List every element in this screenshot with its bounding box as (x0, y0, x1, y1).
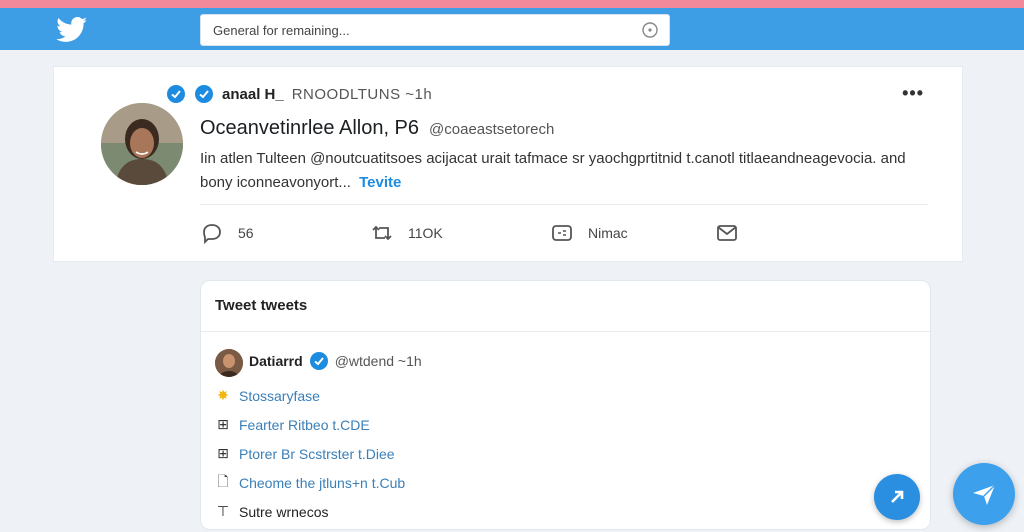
twitter-bird-icon[interactable] (56, 17, 88, 43)
list-item-label: Fearter Ritbeo t.CDE (239, 416, 370, 433)
gif-icon (552, 225, 572, 241)
tweets-panel: Tweet tweets Datiarrd @wtdend ~1h ✸ Stos… (200, 280, 931, 530)
tweet-meta: anaal H_ RNOODLTUNS ~1h (166, 83, 432, 105)
pin-icon: ⊤ (216, 503, 230, 519)
reply-count: 56 (238, 225, 254, 241)
panel-handle-and-time: @wtdend ~1h (334, 353, 422, 369)
tweet-body: Iin atlen Tulteen @noutcuatitsoes acijac… (200, 147, 920, 195)
avatar[interactable] (101, 103, 183, 185)
handle-and-time: RNOODLTUNS ~1h (291, 85, 433, 103)
divider (200, 204, 928, 205)
document-icon: 🗋 (217, 472, 229, 489)
list-item[interactable]: ⊞ Fearter Ritbeo t.CDE (215, 410, 405, 439)
grid-icon: ⊞ (217, 416, 229, 432)
headline-handle[interactable]: @coaeastsetorech (429, 121, 554, 138)
avatar-portrait-icon (215, 349, 243, 377)
panel-title: Tweet tweets (215, 297, 308, 314)
like-button[interactable]: Nimac (550, 221, 628, 245)
sparkle-icon: ✸ (217, 387, 229, 403)
reply-button[interactable]: 56 (200, 221, 254, 245)
list-item[interactable]: ✸ Stossaryfase (215, 381, 405, 410)
tweet-body-text: Iin atlen Tulteen @noutcuatitsoes acijac… (200, 150, 906, 191)
search-bar[interactable] (200, 14, 670, 46)
grid-icon: ⊞ (217, 445, 229, 461)
verified-badge-icon (309, 352, 328, 370)
search-input[interactable] (211, 21, 641, 39)
reply-icon (203, 224, 221, 245)
retweet-count: 11OK (408, 225, 443, 241)
tweet-actions: 56 11OK Nimac (200, 221, 740, 249)
panel-tweet-meta: Datiarrd @wtdend ~1h (249, 351, 422, 371)
tweet-card[interactable]: anaal H_ RNOODLTUNS ~1h ••• Oceanvetinrl… (53, 66, 963, 262)
list-item-label: Sutre wrnecos (239, 503, 329, 520)
display-name[interactable]: anaal H_ (222, 86, 284, 103)
top-navigation-bar (0, 8, 1024, 50)
retweet-icon (372, 225, 392, 241)
panel-list: ✸ Stossaryfase ⊞ Fearter Ritbeo t.CDE ⊞ … (215, 381, 405, 526)
more-dots-icon[interactable]: ••• (902, 83, 924, 104)
mail-icon (717, 225, 737, 241)
list-item[interactable]: ⊤ Sutre wrnecos (215, 497, 405, 526)
divider (201, 331, 930, 332)
list-item[interactable]: ⊞ Ptorer Br Scstrster t.Diee (215, 439, 405, 468)
share-button[interactable] (715, 221, 739, 245)
avatar[interactable] (215, 349, 243, 377)
show-more-link[interactable]: Tevite (359, 174, 401, 191)
list-item-label: Stossaryfase (239, 387, 320, 404)
headline-text: Oceanvetinrlee Allon, P6 (200, 117, 420, 139)
list-item-label: Ptorer Br Scstrster t.Diee (239, 445, 395, 462)
list-item[interactable]: 🗋 Cheome the jtluns+n t.Cub (215, 468, 405, 497)
panel-author-name[interactable]: Datiarrd (249, 353, 303, 369)
search-icon[interactable] (641, 21, 659, 39)
top-accent-stripe (0, 0, 1024, 8)
avatar-portrait-icon (101, 103, 183, 185)
like-count: Nimac (588, 225, 628, 241)
arrow-action-button[interactable] (874, 474, 920, 520)
verified-badge-icon (167, 85, 185, 103)
retweet-button[interactable]: 11OK (370, 221, 443, 245)
verified-badge-icon (195, 85, 213, 103)
tweet-headline: Oceanvetinrlee Allon, P6 @coaeastsetorec… (200, 117, 554, 140)
send-icon (973, 484, 996, 505)
list-item-label: Cheome the jtluns+n t.Cub (239, 474, 406, 491)
arrow-icon (891, 490, 904, 503)
compose-send-button[interactable] (953, 463, 1015, 525)
